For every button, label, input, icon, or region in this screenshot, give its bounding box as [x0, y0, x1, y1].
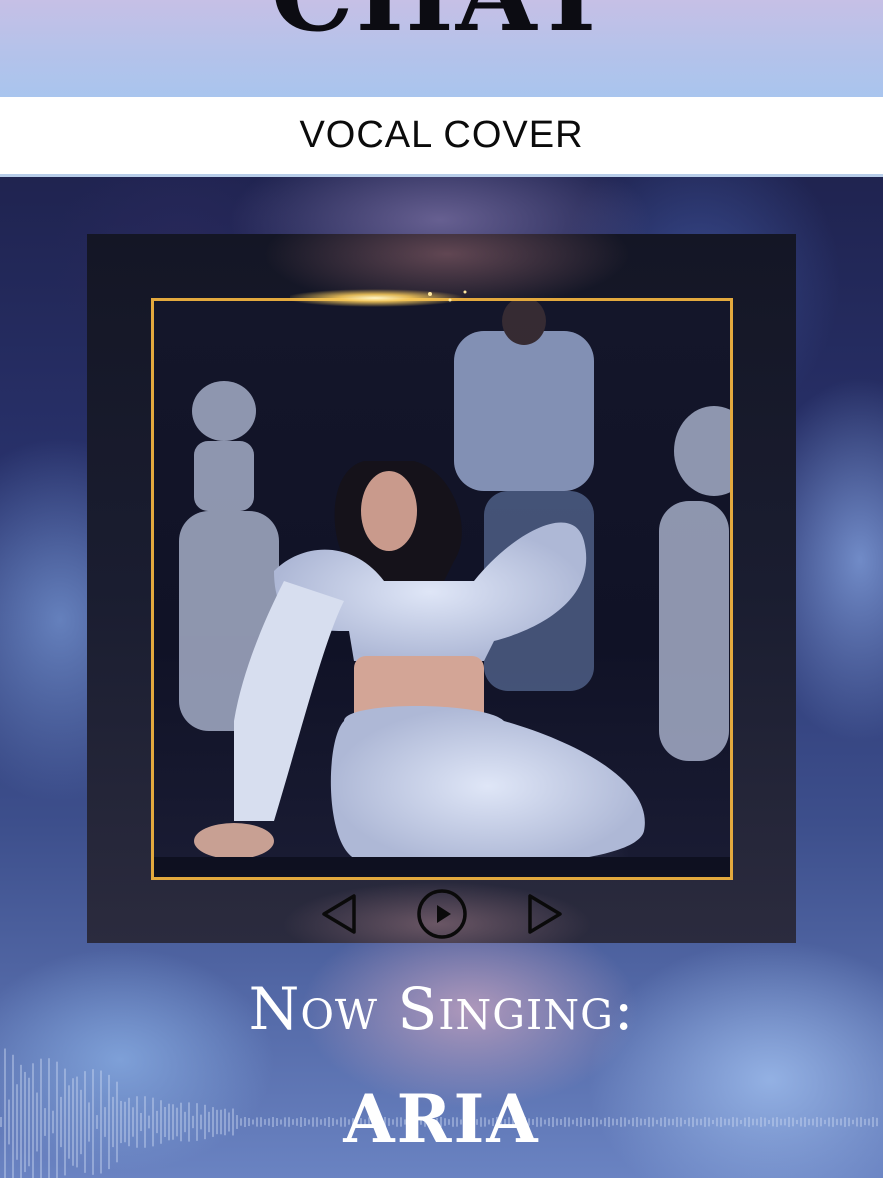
triangle-right-icon	[527, 894, 562, 934]
title-band: CHAT	[0, 0, 883, 97]
triangle-left-icon	[321, 894, 356, 934]
next-button[interactable]	[516, 886, 572, 942]
cover-image	[151, 298, 733, 880]
previous-button[interactable]	[312, 886, 368, 942]
singer-name: ARIA	[343, 1080, 540, 1158]
song-title: CHAT	[0, 0, 883, 46]
play-circle-icon	[416, 889, 467, 939]
now-singing-label: Now Singing:	[248, 975, 635, 1043]
subtitle-text: VOCAL COVER	[299, 114, 584, 156]
sparkle-glow	[290, 289, 467, 307]
subtitle-bar: VOCAL COVER	[0, 97, 883, 177]
play-button[interactable]	[414, 886, 470, 942]
playback-controls	[87, 884, 796, 944]
dancers-illustration	[154, 301, 730, 877]
